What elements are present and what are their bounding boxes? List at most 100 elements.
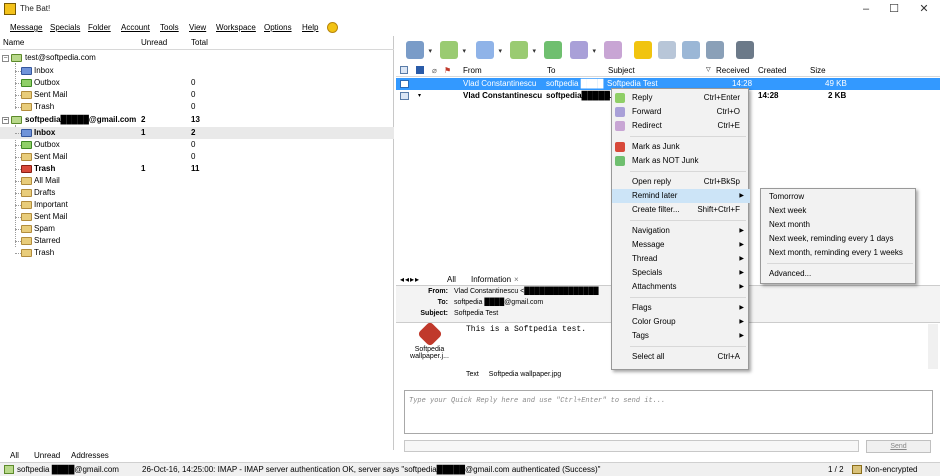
new-message-icon[interactable]: ▾ bbox=[476, 41, 502, 59]
column-to-header[interactable]: To bbox=[547, 64, 555, 77]
menu-tools[interactable]: Tools bbox=[160, 23, 179, 32]
reply-options-dropdown[interactable] bbox=[404, 440, 859, 452]
forward-icon[interactable]: ▾ bbox=[570, 41, 596, 59]
folder-row[interactable]: Outbox 0 bbox=[0, 77, 394, 89]
send-queue-icon[interactable]: ▾ bbox=[440, 41, 466, 59]
folder-row[interactable]: Sent Mail 0 bbox=[0, 89, 394, 101]
expand-thread-icon[interactable]: ▾ bbox=[418, 90, 421, 102]
viewer-nav-arrows-icon[interactable]: ◂◂▸▸ bbox=[400, 275, 420, 284]
menu-specials[interactable]: Specials bbox=[50, 23, 80, 32]
folder-row[interactable]: Trash bbox=[0, 247, 394, 259]
submenu-item-advanced[interactable]: Advanced... bbox=[761, 267, 917, 281]
folder-row[interactable]: All Mail bbox=[0, 175, 394, 187]
delete-icon[interactable] bbox=[736, 41, 754, 59]
menu-item-attachments[interactable]: Attachments ▶ bbox=[612, 280, 750, 294]
column-size-header[interactable]: Size bbox=[810, 64, 826, 77]
tab-all[interactable]: All bbox=[447, 275, 456, 284]
menu-item-thread[interactable]: Thread ▶ bbox=[612, 252, 750, 266]
folder-row[interactable]: Inbox bbox=[0, 65, 394, 77]
folder-row[interactable]: Important bbox=[0, 199, 394, 211]
close-button[interactable]: ✕ bbox=[910, 2, 938, 18]
tab-attachment[interactable]: Softpedia wallpaper.jpg bbox=[489, 371, 561, 378]
folder-total: 0 bbox=[191, 140, 196, 149]
menu-item-open-reply[interactable]: Open reply Ctrl+BkSp bbox=[612, 175, 750, 189]
menu-item-mark-not-junk[interactable]: Mark as NOT Junk bbox=[612, 154, 750, 168]
column-subject-header[interactable]: Subject bbox=[608, 64, 635, 77]
body-scrollbar[interactable] bbox=[928, 324, 938, 369]
account-row[interactable]: − softpedia█████@gmail.com 2 13 bbox=[0, 114, 394, 126]
folder-row[interactable]: Sent Mail bbox=[0, 211, 394, 223]
menu-item-tags[interactable]: Tags ▶ bbox=[612, 329, 750, 343]
column-unread-header[interactable]: Unread bbox=[141, 36, 167, 50]
column-name-header[interactable]: Name bbox=[3, 36, 24, 50]
address-book-icon[interactable] bbox=[634, 41, 652, 59]
menu-item-forward[interactable]: Forward Ctrl+O bbox=[612, 105, 750, 119]
menu-folder[interactable]: Folder bbox=[88, 23, 111, 32]
folder-row[interactable]: Spam bbox=[0, 223, 394, 235]
flag-column-icon[interactable]: ⚑ bbox=[444, 64, 451, 77]
submenu-item-next-month-weekly[interactable]: Next month, reminding every 1 weeks bbox=[761, 246, 917, 260]
priority-column-icon[interactable] bbox=[416, 66, 424, 74]
tab-text[interactable]: Text bbox=[466, 371, 479, 378]
maximize-button[interactable]: ☐ bbox=[880, 2, 908, 18]
menu-help[interactable]: Help bbox=[302, 23, 318, 32]
menu-item-mark-junk[interactable]: Mark as Junk bbox=[612, 140, 750, 154]
submenu-item-next-month[interactable]: Next month bbox=[761, 218, 917, 232]
reply-icon[interactable]: ▾ bbox=[510, 41, 536, 59]
folder-row[interactable]: Trash 0 bbox=[0, 101, 394, 113]
close-tab-icon[interactable]: × bbox=[514, 275, 519, 284]
sun-icon[interactable] bbox=[327, 22, 338, 33]
menu-item-redirect[interactable]: Redirect Ctrl+E bbox=[612, 119, 750, 133]
folder-row[interactable]: Sent Mail 0 bbox=[0, 151, 394, 163]
reply-all-icon[interactable] bbox=[544, 41, 562, 59]
find-icon[interactable] bbox=[658, 41, 676, 59]
column-created-header[interactable]: Created bbox=[758, 64, 786, 77]
column-total-header[interactable]: Total bbox=[191, 36, 208, 50]
menu-account[interactable]: Account bbox=[121, 23, 150, 32]
account-row[interactable]: − test@softpedia.com bbox=[0, 52, 394, 64]
minimize-button[interactable]: – bbox=[852, 2, 880, 18]
menu-workspace[interactable]: Workspace bbox=[216, 23, 256, 32]
print-icon[interactable] bbox=[706, 41, 724, 59]
send-button[interactable]: Send bbox=[866, 440, 931, 453]
submenu-item-tomorrow[interactable]: Tomorrow bbox=[761, 190, 917, 204]
from-value[interactable]: Vlad Constantinescu <███████████████ bbox=[454, 288, 599, 295]
attachment-item[interactable]: Softpedia wallpaper.j... bbox=[402, 321, 457, 360]
quick-reply-input[interactable]: Type your Quick Reply here and use "Ctrl… bbox=[404, 390, 933, 434]
menu-item-reply[interactable]: Reply Ctrl+Enter bbox=[612, 91, 750, 105]
menu-item-remind-later[interactable]: Remind later ▶ bbox=[612, 189, 750, 203]
menu-item-message[interactable]: Message ▶ bbox=[612, 238, 750, 252]
attachment-column-icon[interactable]: ⌀ bbox=[432, 64, 437, 77]
tab-all[interactable]: All bbox=[10, 451, 19, 460]
folder-row[interactable]: Inbox 1 2 bbox=[0, 127, 394, 139]
menu-view[interactable]: View bbox=[189, 23, 206, 32]
tab-information[interactable]: Information bbox=[471, 275, 511, 284]
menu-item-flags[interactable]: Flags ▶ bbox=[612, 301, 750, 315]
menu-item-color-group[interactable]: Color Group ▶ bbox=[612, 315, 750, 329]
menu-options[interactable]: Options bbox=[264, 23, 292, 32]
status-account[interactable]: softpedia ████@gmail.com bbox=[17, 463, 119, 476]
submenu-item-next-week[interactable]: Next week bbox=[761, 204, 917, 218]
folder-row[interactable]: Starred bbox=[0, 235, 394, 247]
folder-row[interactable]: Outbox 0 bbox=[0, 139, 394, 151]
menu-item-select-all[interactable]: Select all Ctrl+A bbox=[612, 350, 750, 364]
get-mail-icon[interactable]: ▾ bbox=[406, 41, 432, 59]
folder-row[interactable]: Drafts bbox=[0, 187, 394, 199]
menu-item-specials[interactable]: Specials ▶ bbox=[612, 266, 750, 280]
attachment-icon[interactable] bbox=[682, 41, 700, 59]
collapse-icon[interactable]: − bbox=[2, 117, 9, 124]
to-value[interactable]: softpedia ████@gmail.com bbox=[454, 299, 543, 306]
status-encryption[interactable]: Non-encrypted bbox=[865, 463, 917, 476]
folder-row[interactable]: Trash 1 11 bbox=[0, 163, 394, 175]
column-received-header[interactable]: Received bbox=[716, 64, 749, 77]
tab-unread[interactable]: Unread bbox=[34, 451, 60, 460]
menu-item-create-filter[interactable]: Create filter... Shift+Ctrl+F bbox=[612, 203, 750, 217]
message-status-column-icon[interactable] bbox=[400, 66, 408, 74]
collapse-icon[interactable]: − bbox=[2, 55, 9, 62]
menu-message[interactable]: Message bbox=[10, 23, 42, 32]
tab-addresses[interactable]: Addresses bbox=[71, 451, 109, 460]
column-from-header[interactable]: From bbox=[463, 64, 482, 77]
redirect-icon[interactable] bbox=[604, 41, 622, 59]
menu-item-navigation[interactable]: Navigation ▶ bbox=[612, 224, 750, 238]
submenu-item-next-week-daily[interactable]: Next week, reminding every 1 days bbox=[761, 232, 917, 246]
